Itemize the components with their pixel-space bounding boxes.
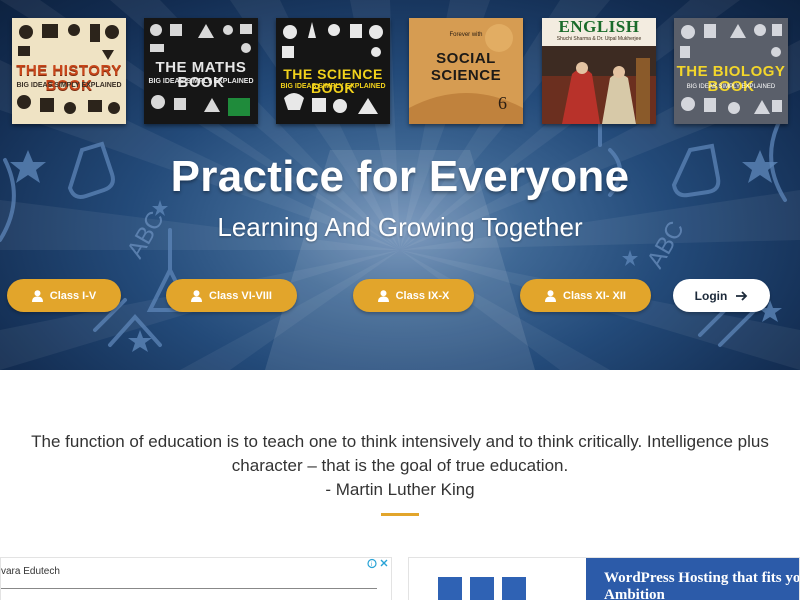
section-divider [381,513,419,516]
hero-subtitle: Learning And Growing Together [217,212,583,242]
class-ix-x-button[interactable]: Class IX-X [353,279,474,312]
book-title: SOCIAL SCIENCE [430,50,502,84]
ad-tile [502,577,526,600]
ad-headline: WordPress Hosting that fits your Ambitio… [604,570,800,600]
ad-banner-left[interactable]: vara Edutech i [0,557,392,600]
class-button-label: Class IX-X [395,289,450,302]
class-vi-viii-button[interactable]: Class VI-VIII [166,279,297,312]
book-subtitle: Forever with [449,32,483,38]
book-cover-english[interactable]: ENGLISH Shuchi Sharma & Dr. Utpal Mukher… [542,18,656,124]
user-icon [191,289,202,302]
book-subtitle: BIG IDEAS SIMPLY EXPLAINED [148,78,254,85]
quote-author: - Martin Luther King [325,480,475,499]
book-class-number: 6 [498,93,507,113]
arrow-right-icon [736,290,748,301]
book-cover-maths[interactable]: THE MATHS BOOK BIG IDEAS SIMPLY EXPLAINE… [144,18,258,124]
book-title: THE SCIENCE BOOK [283,66,383,96]
book-title: THE MATHS BOOK [155,59,247,91]
class-i-v-button[interactable]: Class I-V [7,279,121,312]
user-icon [545,289,556,302]
hero-title: Practice for Everyone [170,152,630,201]
ad-divider-line [1,588,377,589]
book-subtitle: BIG IDEAS SIMPLY EXPLAINED [16,82,122,89]
ad-banner-right[interactable]: WordPress Hosting that fits your Ambitio… [408,557,800,600]
book-subtitle: Shuchi Sharma & Dr. Utpal Mukherjee [556,36,642,42]
user-icon [31,289,43,302]
user-icon [377,289,389,302]
adchoices-icon[interactable]: i [367,558,391,569]
book-cover-science[interactable]: THE SCIENCE BOOK BIG IDEAS SIMPLY EXPLAI… [276,18,390,124]
login-label: Login [694,288,728,303]
book-title: ENGLISH [558,18,640,36]
class-button-label: Class XI- XII [563,289,626,302]
class-xi-xii-button[interactable]: Class XI- XII [520,279,651,312]
hero-banner: ABC ABC THE HISTORY BOOK BIG IDEAS SIMPL… [0,0,800,370]
book-cover-social-science[interactable]: Forever with SOCIAL SCIENCE 6 [409,18,523,124]
ad-tile [438,577,462,600]
book-covers-row: THE HISTORY BOOK BIG IDEAS SIMPLY EXPLAI… [0,18,800,126]
ad-advertiser-name: vara Edutech [1,566,60,577]
class-button-label: Class I-V [49,289,97,302]
class-button-label: Class VI-VIII [209,289,272,302]
book-subtitle: BIG IDEAS SIMPLY EXPLAINED [686,84,776,90]
ad-headline-panel: WordPress Hosting that fits your Ambitio… [586,558,800,600]
svg-text:i: i [371,562,372,568]
book-cover-biology[interactable]: THE BIOLOGY BOOK BIG IDEAS SIMPLY EXPLAI… [674,18,788,124]
book-cover-history[interactable]: THE HISTORY BOOK BIG IDEAS SIMPLY EXPLAI… [12,18,126,124]
login-button[interactable]: Login [673,279,770,312]
book-subtitle: BIG IDEAS SIMPLY EXPLAINED [280,83,386,90]
quote-text: The function of education is to teach on… [31,432,769,475]
ad-tile [470,577,494,600]
